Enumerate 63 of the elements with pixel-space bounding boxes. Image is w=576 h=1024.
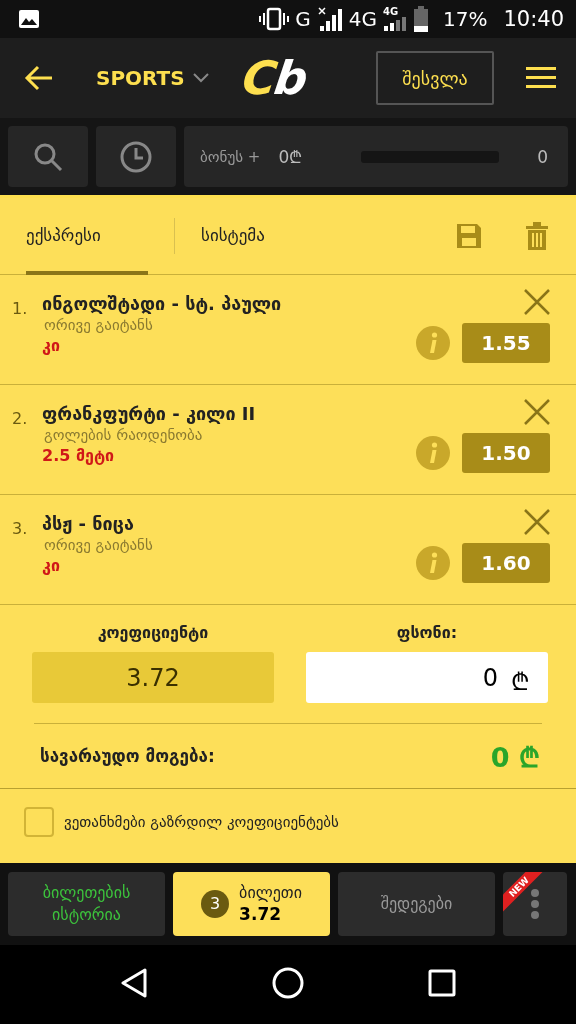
search-icon (33, 141, 63, 172)
clock: 10:40 (503, 7, 564, 31)
total-odds: 3.72 (32, 652, 274, 703)
close-icon[interactable] (524, 399, 550, 425)
close-icon[interactable] (524, 289, 550, 315)
possible-win-amount: 0 ₾ (490, 740, 540, 775)
bet-number: 1. (12, 298, 29, 320)
odds-label: კოეფიციენტი (96, 623, 210, 644)
clock-icon (119, 139, 153, 174)
ticket-label: ბილეთი (239, 881, 302, 904)
bet-pick: კი (42, 336, 61, 355)
more-icon (530, 889, 540, 919)
back-icon[interactable] (120, 968, 148, 998)
tab[interactable]: ექსპრესი (26, 198, 148, 275)
signal-icon (316, 6, 343, 32)
bet-pick: კი (42, 556, 61, 575)
ticket-odds: 3.72 (239, 903, 282, 927)
chevron-down-icon (192, 73, 209, 83)
bonus-count: 0 (537, 146, 548, 167)
bet-number: 3. (12, 518, 29, 540)
network-type: 4G (348, 7, 377, 31)
bonus-amount: 0₾ (278, 146, 303, 168)
close-icon[interactable] (524, 509, 550, 535)
market-name: გოლების რაოდენობა (44, 426, 204, 444)
network-label: 4G (383, 7, 399, 17)
possible-win-label: სავარაუდო მოგება: (40, 746, 215, 766)
network-type: G (295, 7, 311, 31)
history-button[interactable] (96, 126, 176, 187)
info-icon[interactable] (416, 546, 450, 580)
battery-level: 17% (443, 7, 488, 31)
image-icon (18, 9, 40, 29)
match-name: ინგოლშტადი - სტ. პაული (42, 293, 283, 314)
currency-sign: ₾ (511, 667, 530, 697)
home-icon[interactable] (272, 967, 304, 999)
trash-icon[interactable] (526, 222, 548, 250)
nav-button[interactable]: შედეგები (338, 872, 495, 936)
match-name: ფრანკფურტი - კილი II (42, 403, 257, 424)
back-arrow-icon[interactable] (24, 65, 54, 91)
info-icon[interactable] (416, 436, 450, 470)
battery-icon (413, 6, 429, 32)
recents-icon[interactable] (428, 969, 456, 997)
vibrate-icon (259, 7, 290, 31)
save-icon[interactable] (456, 223, 482, 249)
checkbox-label: ვეთანხმები გაზრდილ კოეფიციენტებს (64, 813, 339, 831)
ticket-tab[interactable]: 3 ბილეთი 3.72 (173, 872, 330, 936)
sports-dropdown[interactable]: SPORTS (96, 66, 209, 90)
ticket-count-badge: 3 (201, 890, 230, 918)
info-icon[interactable] (416, 326, 450, 360)
tab[interactable]: სისტემა (201, 198, 265, 275)
match-name: პსჟ - ნიცა (42, 513, 135, 534)
signal-icon (383, 17, 407, 31)
nav-button[interactable]: ბილეთების ისტორია (8, 872, 165, 936)
market-name: ორივე გაიტანს (44, 536, 154, 554)
bet-number: 2. (12, 408, 29, 430)
stake-label: ფსონი: (395, 623, 459, 644)
menu-icon[interactable] (526, 66, 556, 90)
checkbox[interactable] (24, 807, 54, 837)
bonus-label: ბონუს + (200, 147, 261, 166)
logo[interactable]: Cb (238, 51, 310, 105)
login-button[interactable]: შესვლა (376, 51, 494, 105)
bet-pick: 2.5 მეტი (42, 446, 116, 465)
market-name: ორივე გაიტანს (44, 316, 154, 334)
search-button[interactable] (8, 126, 88, 187)
